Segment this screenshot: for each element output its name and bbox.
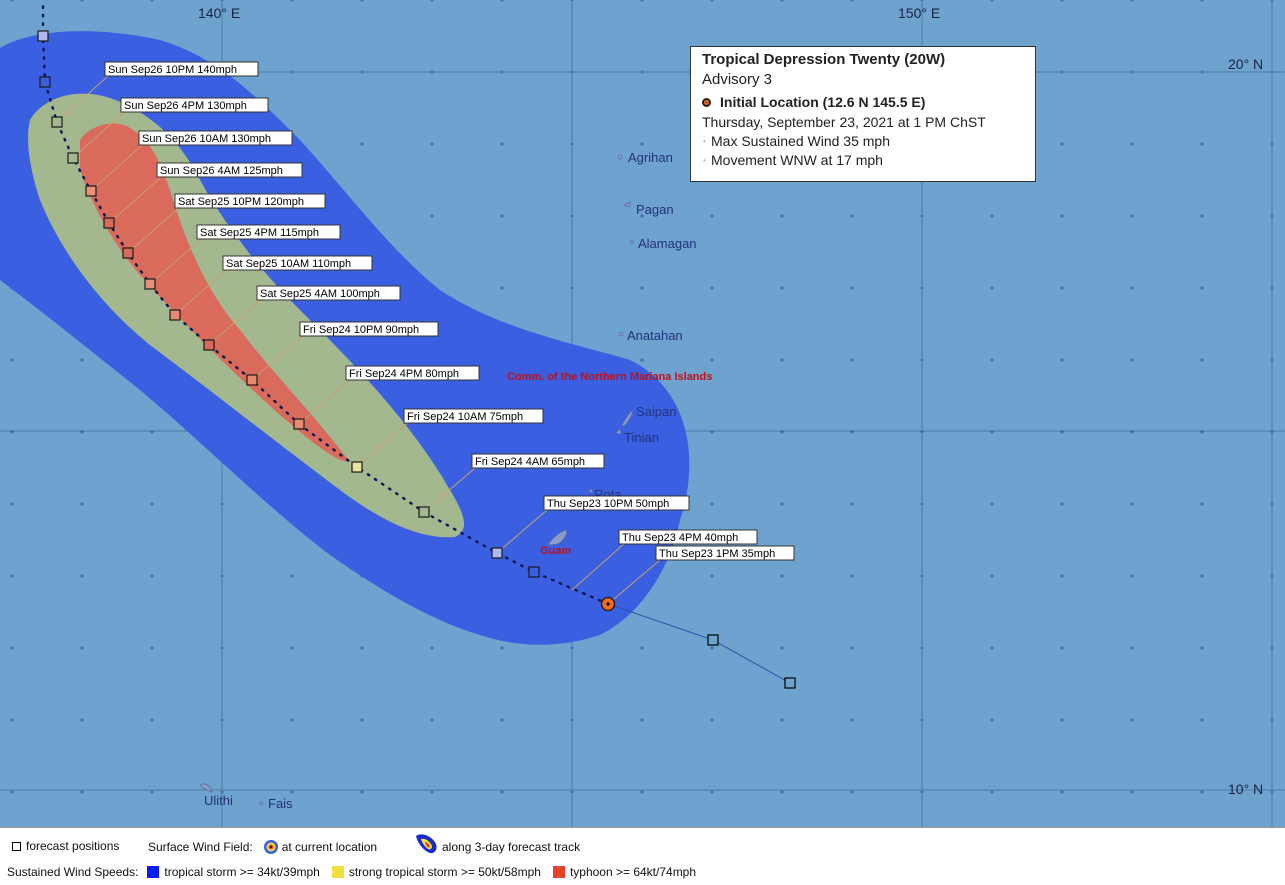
forecast-label-text: Fri Sep24 4PM 80mph [349,368,459,380]
legend-strong-tropical-storm: strong tropical storm >= 50kt/58mph [348,865,541,879]
lon-label-150: 150° E [898,5,940,21]
tropical-storm-swatch [147,866,160,878]
forecast-label-text: Sat Sep25 10AM 110mph [226,258,351,270]
forecast-label-text: Sat Sep25 4AM 100mph [260,288,380,300]
storm-track-map: 140° E 150° E 20° N 10° N Agrihan Pagan … [0,0,1285,827]
advisory-number: Advisory 3 [702,71,773,88]
forecast-position-icon [12,841,21,851]
initial-location-row: Initial Location (12.6 N 145.5 E) [702,91,1024,113]
current-location-icon [702,97,711,107]
forecast-label-text: Fri Sep24 10AM 75mph [407,411,523,423]
typhoon-swatch [552,866,565,878]
initial-location-text: Initial Location (12.6 N 145.5 E) [720,94,926,110]
forecast-position-marker [51,116,63,128]
lon-label-140: 140° E [198,5,240,21]
forecast-position-marker [122,247,134,259]
map-legend: forecast positions Surface Wind Field: a… [0,827,1285,885]
forecast-position-marker [144,278,156,290]
strong-tropical-storm-swatch [331,866,344,878]
forecast-label: Thu Sep23 10PM 50mph [543,495,690,511]
forecast-label: Sat Sep25 4PM 115mph [196,224,341,240]
island-label-ulithi: Ulithi [204,793,233,808]
island-label-alamagan: Alamagan [638,236,697,251]
legend-along-forecast-track: along 3-day forecast track [442,840,581,854]
advisory-datetime: Thursday, September 23, 2021 at 1 PM ChS… [702,114,986,130]
forecast-label: Fri Sep24 10PM 90mph [299,321,439,337]
forecast-label-text: Fri Sep24 10PM 90mph [303,324,419,336]
forecast-label: Sat Sep25 10PM 120mph [174,193,326,209]
lat-label-20: 20° N [1228,56,1263,72]
forecast-label-text: Sun Sep26 10AM 130mph [142,133,271,145]
forecast-label: Thu Sep23 1PM 35mph [655,545,795,561]
forecast-label: Sat Sep25 10AM 110mph [222,255,373,271]
movement: Movement WNW at 17 mph [702,150,1024,170]
forecast-position-marker [39,76,51,88]
island-label-fais: Fais [268,796,293,811]
forecast-label: Fri Sep24 4AM 65mph [471,453,605,469]
forecast-label-text: Sun Sep26 4AM 125mph [160,165,283,177]
forecast-position-marker [491,547,503,559]
forecast-position-marker [85,185,97,197]
forecast-label: Sun Sep26 10PM 140mph [104,61,259,77]
forecast-label-text: Sat Sep25 4PM 115mph [200,227,319,239]
forecast-position-marker [246,374,258,386]
legend-sustained-wind-speeds: Sustained Wind Speeds: [7,865,139,879]
forecast-position-marker [351,461,363,473]
forecast-position-marker [418,506,430,518]
forecast-position-marker [203,339,215,351]
storm-title: Tropical Depression Twenty (20W) [702,51,946,68]
legend-surface-wind-field: Surface Wind Field: [148,840,253,854]
island-label-pagan: Pagan [636,202,674,217]
legend-forecast-positions: forecast positions [26,839,120,853]
forecast-position-marker [103,217,115,229]
forecast-label-text: Thu Sep23 10PM 50mph [547,498,669,510]
forecast-position-marker [67,152,79,164]
island-label-guam: Guam [540,545,571,557]
forecast-track-wind-icon [416,834,437,854]
forecast-position-marker [169,309,181,321]
island-label-tinian: Tinian [624,430,659,445]
current-location-marker [600,596,616,612]
forecast-label: Thu Sep23 4PM 40mph [618,529,758,545]
legend-tropical-storm: tropical storm >= 34kt/39mph [164,865,320,879]
forecast-label: Fri Sep24 4PM 80mph [345,365,480,381]
forecast-position-marker [293,418,305,430]
forecast-label-text: Sat Sep25 10PM 120mph [178,196,304,208]
forecast-position-marker [37,30,49,42]
forecast-label: Fri Sep24 10AM 75mph [403,408,544,424]
current-location-wind-icon [263,840,278,854]
forecast-label-text: Sun Sep26 4PM 130mph [124,100,247,112]
region-label: Comm. of the Northern Mariana Islands [507,371,712,383]
island-label-saipan: Saipan [636,404,676,419]
forecast-label: Sun Sep26 4PM 130mph [120,97,269,113]
forecast-label-text: Fri Sep24 4AM 65mph [475,456,585,468]
forecast-label: Sat Sep25 4AM 100mph [256,285,401,301]
island-label-agrihan: Agrihan [628,150,673,165]
storm-info-panel: Tropical Depression Twenty (20W) Advisor… [690,46,1036,182]
lat-label-10: 10° N [1228,781,1263,797]
forecast-label-text: Thu Sep23 1PM 35mph [659,548,775,560]
legend-at-current-location: at current location [281,840,378,854]
island-label-anatahan: Anatahan [627,328,683,343]
forecast-label-text: Sun Sep26 10PM 140mph [108,64,237,76]
forecast-label: Sun Sep26 4AM 125mph [156,162,303,178]
forecast-label: Sun Sep26 10AM 130mph [138,130,293,146]
forecast-position-marker [528,566,540,578]
forecast-label-text: Thu Sep23 4PM 40mph [622,532,738,544]
legend-typhoon: typhoon >= 64kt/74mph [569,865,697,879]
max-wind: Max Sustained Wind 35 mph [702,131,1024,151]
